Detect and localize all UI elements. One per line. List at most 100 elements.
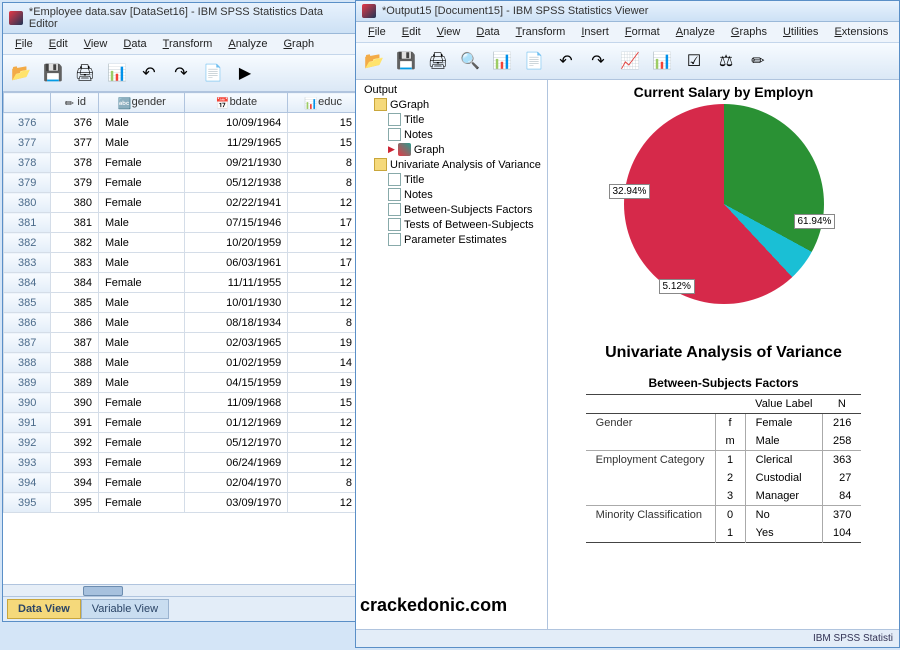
menu-insert[interactable]: Insert <box>573 24 617 40</box>
table-row[interactable]: 393393Female06/24/196912 <box>4 453 359 473</box>
data-grid[interactable]: ✏id🔤gender📅bdate📊educ 376376Male10/09/19… <box>3 92 359 584</box>
bars-button[interactable]: 📊 <box>648 47 676 75</box>
zoom-button[interactable]: 🔍 <box>456 47 484 75</box>
outline-pane[interactable]: Output GGraph Title Notes ▶Graph Univari… <box>356 80 548 629</box>
save-button[interactable]: 💾 <box>39 59 67 87</box>
table-row[interactable]: 380380Female02/22/194112 <box>4 193 359 213</box>
table-row[interactable]: 376376Male10/09/196415 <box>4 113 359 133</box>
viewer-menubar: FileEditViewDataTransformInsertFormatAna… <box>356 22 899 43</box>
table-row[interactable]: 392392Female05/12/197012 <box>4 433 359 453</box>
export-button[interactable]: 📊 <box>103 59 131 87</box>
tab-variable-view[interactable]: Variable View <box>81 599 169 619</box>
menu-transform[interactable]: Transform <box>508 24 574 40</box>
print-button[interactable]: 🖨 <box>424 47 452 75</box>
bsf-row: mMale258 <box>586 432 862 451</box>
table-row[interactable]: 386386Male08/18/19348 <box>4 313 359 333</box>
table-row[interactable]: 394394Female02/04/19708 <box>4 473 359 493</box>
menu-view[interactable]: View <box>429 24 469 40</box>
outline-uav-notes[interactable]: Notes <box>358 187 545 202</box>
menu-format[interactable]: Format <box>617 24 668 40</box>
analysis-heading: Univariate Analysis of Variance <box>548 344 899 362</box>
redo-button[interactable]: ↷ <box>167 59 195 87</box>
viewer-statusbar: IBM SPSS Statisti <box>356 629 899 647</box>
outline-uav[interactable]: Univariate Analysis of Variance <box>358 157 545 172</box>
table-row[interactable]: 385385Male10/01/193012 <box>4 293 359 313</box>
menu-utilities[interactable]: Utilities <box>775 24 826 40</box>
outline-ggraph-title[interactable]: Title <box>358 112 545 127</box>
data-editor-titlebar[interactable]: *Employee data.sav [DataSet16] - IBM SPS… <box>3 3 359 34</box>
outline-uav-param[interactable]: Parameter Estimates <box>358 232 545 247</box>
outline-ggraph[interactable]: GGraph <box>358 97 545 112</box>
menu-analyze[interactable]: Analyze <box>220 36 275 52</box>
column-header-id[interactable]: ✏id <box>51 93 99 113</box>
run-button[interactable]: ▶ <box>231 59 259 87</box>
outline-uav-bsf[interactable]: Between-Subjects Factors <box>358 202 545 217</box>
goto-button[interactable]: 📄 <box>199 59 227 87</box>
menu-graph[interactable]: Graph <box>275 36 322 52</box>
table-row[interactable]: 395395Female03/09/197012 <box>4 493 359 513</box>
table-row[interactable]: 391391Female01/12/196912 <box>4 413 359 433</box>
outline-root[interactable]: Output <box>358 83 545 97</box>
outline-ggraph-notes[interactable]: Notes <box>358 127 545 142</box>
table-row[interactable]: 378378Female09/21/19308 <box>4 153 359 173</box>
outline-ggraph-graph[interactable]: ▶Graph <box>358 142 545 157</box>
print-button[interactable]: 🖨 <box>71 59 99 87</box>
output-viewer-window: *Output15 [Document15] - IBM SPSS Statis… <box>355 0 900 648</box>
table-row[interactable]: 379379Female05/12/19388 <box>4 173 359 193</box>
column-header-row[interactable] <box>4 93 51 113</box>
output-content[interactable]: Current Salary by Employn 32.94% 5.12% 6… <box>548 80 899 629</box>
edit-button[interactable]: ✏ <box>744 47 772 75</box>
table-row[interactable]: 388388Male01/02/195914 <box>4 353 359 373</box>
notes-icon <box>388 128 401 141</box>
menu-graphs[interactable]: Graphs <box>723 24 775 40</box>
chart-title: Current Salary by Employn <box>548 80 899 102</box>
tab-data-view[interactable]: Data View <box>7 599 81 619</box>
data-editor-toolbar: 📂 💾 🖨 📊 ↶ ↷ 📄 ▶ <box>3 55 359 92</box>
menu-transform[interactable]: Transform <box>155 36 221 52</box>
table-row[interactable]: 389389Male04/15/195919 <box>4 373 359 393</box>
menu-data[interactable]: Data <box>115 36 154 52</box>
table-row[interactable]: 383383Male06/03/196117 <box>4 253 359 273</box>
menu-edit[interactable]: Edit <box>41 36 76 52</box>
menu-edit[interactable]: Edit <box>394 24 429 40</box>
undo-button[interactable]: ↶ <box>135 59 163 87</box>
outline-uav-tests[interactable]: Tests of Between-Subjects <box>358 217 545 232</box>
open-button[interactable]: 📂 <box>7 59 35 87</box>
column-header-bdate[interactable]: 📅bdate <box>185 93 288 113</box>
menu-data[interactable]: Data <box>468 24 507 40</box>
menu-file[interactable]: File <box>7 36 41 52</box>
table-row[interactable]: 387387Male02/03/196519 <box>4 333 359 353</box>
select-button[interactable]: ☑ <box>680 47 708 75</box>
chart-button[interactable]: 📈 <box>616 47 644 75</box>
notes-icon <box>388 188 401 201</box>
menu-file[interactable]: File <box>360 24 394 40</box>
column-header-educ[interactable]: 📊educ <box>288 93 359 113</box>
table-row[interactable]: 382382Male10/20/195912 <box>4 233 359 253</box>
menu-view[interactable]: View <box>76 36 116 52</box>
table-icon <box>388 233 401 246</box>
table-icon <box>388 203 401 216</box>
current-arrow-icon: ▶ <box>388 144 395 155</box>
menu-extensions[interactable]: Extensions <box>826 24 896 40</box>
save-button[interactable]: 💾 <box>392 47 420 75</box>
redo-button[interactable]: ↷ <box>584 47 612 75</box>
bsf-table[interactable]: Value LabelN GenderfFemale216mMale258Emp… <box>586 394 862 543</box>
undo-button[interactable]: ↶ <box>552 47 580 75</box>
table-row[interactable]: 381381Male07/15/194617 <box>4 213 359 233</box>
menu-analyze[interactable]: Analyze <box>668 24 723 40</box>
outline-uav-title[interactable]: Title <box>358 172 545 187</box>
table-row[interactable]: 384384Female11/11/195512 <box>4 273 359 293</box>
viewer-titlebar[interactable]: *Output15 [Document15] - IBM SPSS Statis… <box>356 1 899 22</box>
table-row[interactable]: 390390Female11/09/196815 <box>4 393 359 413</box>
weight-button[interactable]: ⚖ <box>712 47 740 75</box>
book-icon <box>374 158 387 171</box>
goto-button[interactable]: 📄 <box>520 47 548 75</box>
horizontal-scrollbar[interactable] <box>3 584 359 596</box>
column-header-gender[interactable]: 🔤gender <box>99 93 185 113</box>
export-button[interactable]: 📊 <box>488 47 516 75</box>
pie-chart[interactable]: 32.94% 5.12% 61.94% <box>599 104 849 334</box>
open-button[interactable]: 📂 <box>360 47 388 75</box>
spss-icon <box>9 11 23 25</box>
data-editor-title: *Employee data.sav [DataSet16] - IBM SPS… <box>29 6 353 30</box>
table-row[interactable]: 377377Male11/29/196515 <box>4 133 359 153</box>
